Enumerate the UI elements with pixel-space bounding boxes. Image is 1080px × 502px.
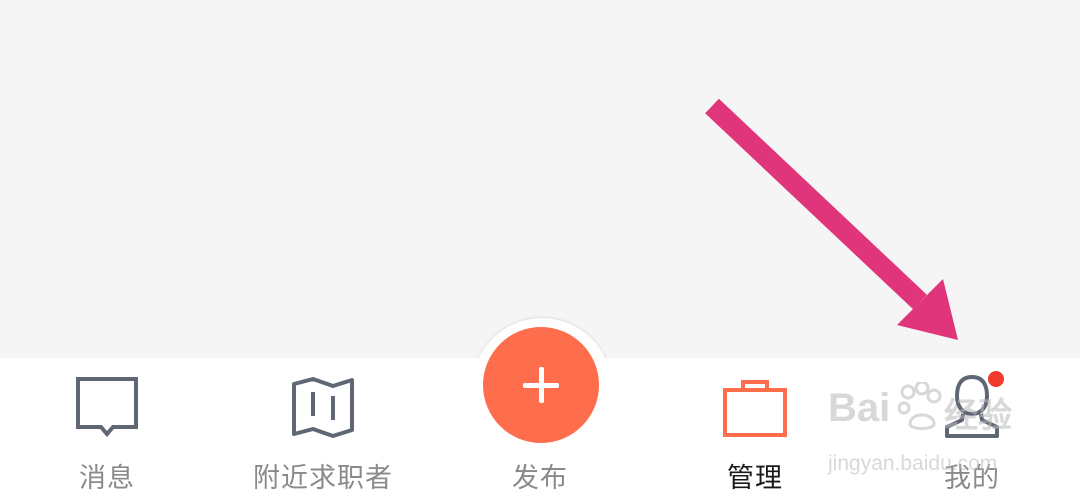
annotation-arrow-icon xyxy=(705,98,958,340)
app-screen: 消息 附近求职者 发布 管理 我的 Bai 经验 jingyan.baidu.c… xyxy=(0,0,1080,502)
